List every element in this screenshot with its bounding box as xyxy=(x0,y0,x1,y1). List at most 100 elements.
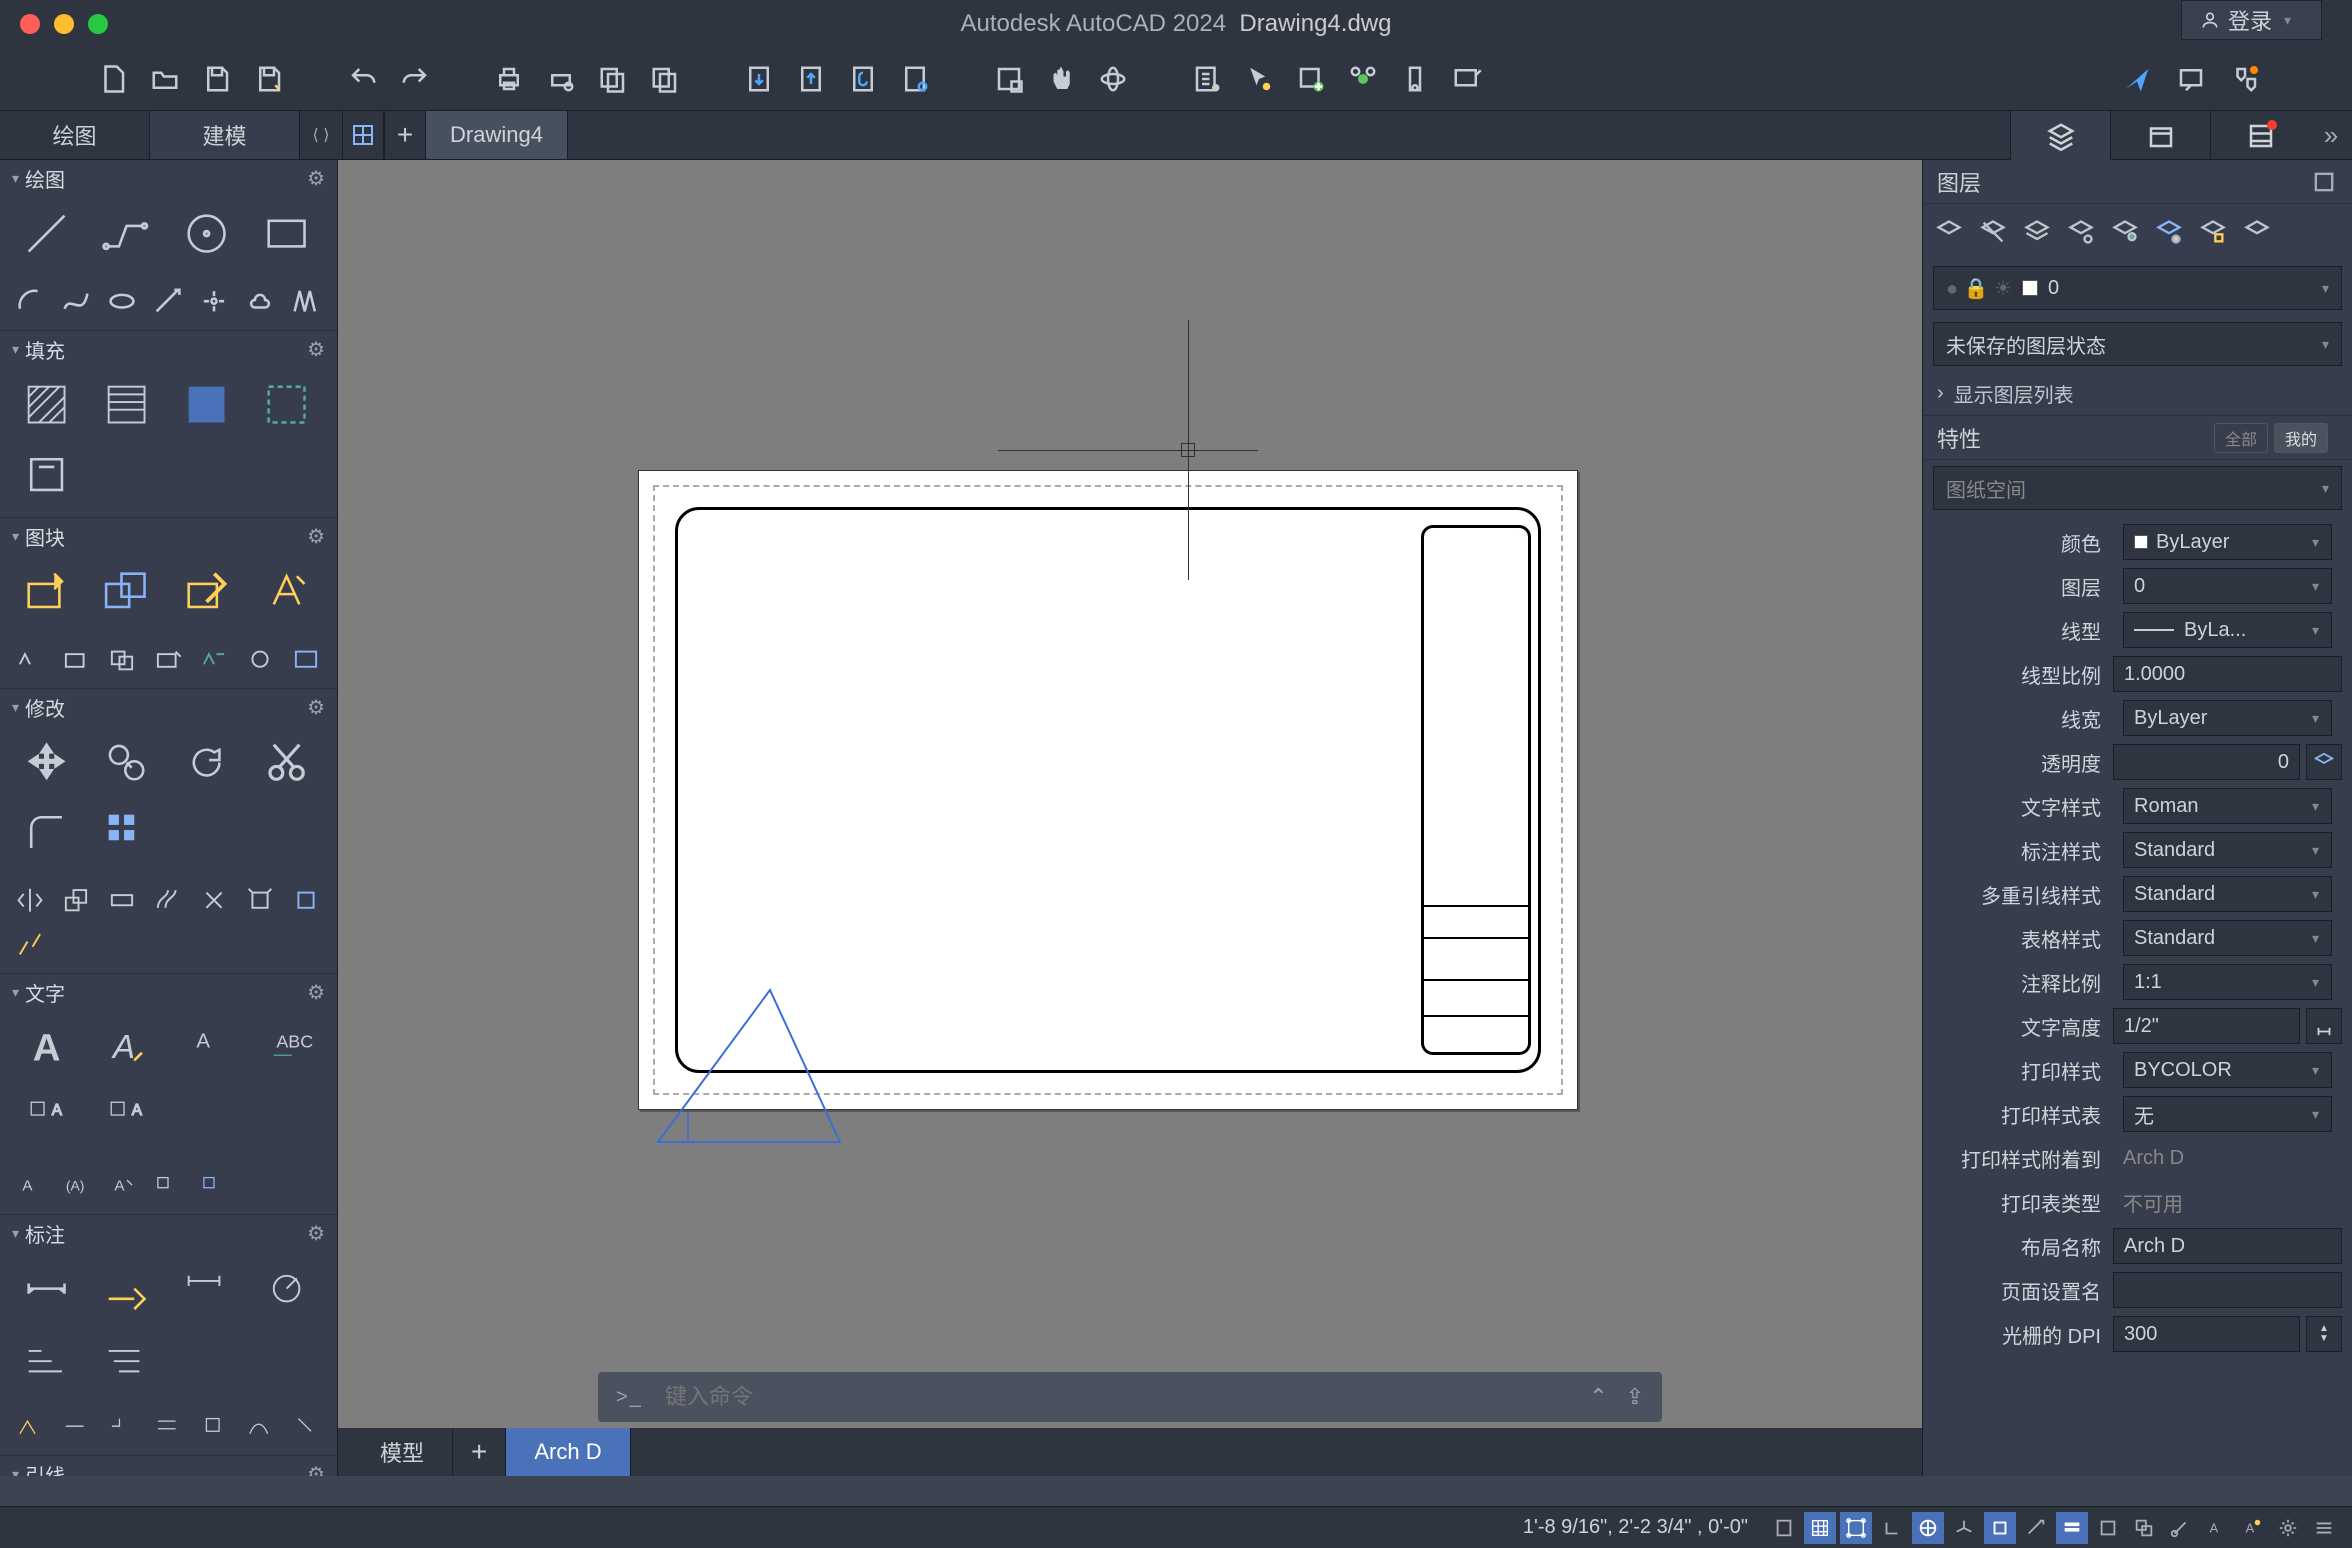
text-style-2-icon[interactable]: ABC xyxy=(250,1016,324,1080)
block-tool-3-icon[interactable] xyxy=(102,640,142,678)
block-tool-2-icon[interactable] xyxy=(56,640,96,678)
login-button[interactable]: 登录 xyxy=(2181,0,2322,40)
dim-s4-icon[interactable] xyxy=(148,1407,188,1445)
batch-plot-icon[interactable] xyxy=(596,62,630,96)
prop-mleaderstyle-dropdown[interactable]: Standard xyxy=(2123,876,2332,912)
new-tab-icon[interactable]: + xyxy=(384,111,426,159)
layout-tab-archd[interactable]: Arch D xyxy=(506,1428,630,1476)
copy-icon[interactable] xyxy=(90,731,164,795)
save-icon[interactable] xyxy=(200,62,234,96)
right-tab-layers[interactable] xyxy=(2010,111,2110,161)
command-share-icon[interactable]: ⇪ xyxy=(1626,1384,1644,1410)
text-icon[interactable]: A xyxy=(90,1016,164,1080)
command-line-icon[interactable] xyxy=(1450,62,1484,96)
dpi-stepper-icon[interactable]: ▲▼ xyxy=(2306,1316,2342,1352)
explode-icon[interactable] xyxy=(240,881,280,919)
select-icon[interactable] xyxy=(1242,62,1276,96)
section-fill-header[interactable]: ▾填充⚙ xyxy=(0,331,337,367)
props-filter-all[interactable]: 全部 xyxy=(2214,423,2268,453)
xline-tool-icon[interactable] xyxy=(148,282,188,320)
orbit-icon[interactable] xyxy=(1096,62,1130,96)
stretch-icon[interactable] xyxy=(102,881,142,919)
status-polar-icon[interactable] xyxy=(1912,1512,1944,1544)
mirror-icon[interactable] xyxy=(10,881,50,919)
arc-tool-icon[interactable] xyxy=(10,282,50,320)
ellipse-tool-icon[interactable] xyxy=(102,282,142,320)
dim-s6-icon[interactable] xyxy=(240,1407,280,1445)
status-snap-icon[interactable] xyxy=(1840,1512,1872,1544)
dim-style-icon[interactable] xyxy=(90,1257,164,1321)
prop-layoutname-input[interactable]: Arch D xyxy=(2113,1228,2342,1264)
command-input[interactable] xyxy=(665,1384,1589,1410)
rectangle-tool-icon[interactable] xyxy=(250,202,324,266)
plot-icon[interactable] xyxy=(492,62,526,96)
status-cycle-icon[interactable] xyxy=(2128,1512,2160,1544)
import-icon[interactable] xyxy=(742,62,776,96)
notification-icon[interactable] xyxy=(2228,62,2262,96)
layer-lock-icon[interactable] xyxy=(2107,214,2143,250)
space-dropdown[interactable]: 图纸空间 xyxy=(1933,466,2342,510)
layer-freeze-icon[interactable] xyxy=(2063,214,2099,250)
textheight-extra-icon[interactable] xyxy=(2306,1008,2342,1044)
section-text-header[interactable]: ▾文字⚙ xyxy=(0,974,337,1010)
workspace-tab-model[interactable]: 建模 xyxy=(150,111,300,159)
drawing-canvas[interactable]: >_ ⌃⇪ 模型 + Arch D xyxy=(338,160,1922,1476)
close-window[interactable] xyxy=(20,14,40,34)
status-lwt-icon[interactable] xyxy=(2056,1512,2088,1544)
status-menu-icon[interactable] xyxy=(2308,1512,2340,1544)
dim-s1-icon[interactable] xyxy=(10,1407,50,1445)
status-otrack-icon[interactable] xyxy=(2020,1512,2052,1544)
break-icon[interactable] xyxy=(10,925,50,963)
move-icon[interactable] xyxy=(10,731,84,795)
add-layout-tab[interactable]: + xyxy=(453,1428,506,1476)
text-tool-b-icon[interactable]: (A) xyxy=(56,1166,96,1204)
prop-lineweight-dropdown[interactable]: ByLayer xyxy=(2123,700,2332,736)
etransmit-icon[interactable] xyxy=(898,62,932,96)
status-gear-icon[interactable] xyxy=(2272,1512,2304,1544)
boundary-icon[interactable] xyxy=(250,373,324,437)
content-icon[interactable] xyxy=(1398,62,1432,96)
prop-tablestyle-dropdown[interactable]: Standard xyxy=(2123,920,2332,956)
section-draw-header[interactable]: ▾绘图⚙ xyxy=(0,160,337,196)
layer-list-icon[interactable] xyxy=(2239,214,2275,250)
line-tool-icon[interactable] xyxy=(10,202,84,266)
layer-prop-icon[interactable] xyxy=(1931,214,1967,250)
dim-s5-icon[interactable] xyxy=(194,1407,234,1445)
block-tool-1-icon[interactable] xyxy=(10,640,50,678)
solid-fill-icon[interactable] xyxy=(170,373,244,437)
properties-icon[interactable] xyxy=(1190,62,1224,96)
status-osnap-icon[interactable] xyxy=(1984,1512,2016,1544)
undo-icon[interactable] xyxy=(346,62,380,96)
dim-linear-icon[interactable] xyxy=(10,1257,84,1321)
layer-list-expand[interactable]: ›显示图层列表 xyxy=(1923,372,2352,416)
prop-color-dropdown[interactable]: ByLayer xyxy=(2123,524,2332,560)
align-icon[interactable] xyxy=(286,881,326,919)
section-block-header[interactable]: ▾图块⚙ xyxy=(0,518,337,554)
feedback-icon[interactable] xyxy=(2174,62,2208,96)
prop-linetype-dropdown[interactable]: ByLa... xyxy=(2123,612,2332,648)
region-icon[interactable] xyxy=(10,443,84,507)
status-transparency-icon[interactable] xyxy=(2092,1512,2124,1544)
scale-icon[interactable] xyxy=(56,881,96,919)
rotate-icon[interactable] xyxy=(170,731,244,795)
block-edit-icon[interactable] xyxy=(170,560,244,624)
text-tool-c-icon[interactable]: A xyxy=(102,1166,142,1204)
status-scale-icon[interactable] xyxy=(2164,1512,2196,1544)
open-file-icon[interactable] xyxy=(148,62,182,96)
prop-annoscale-dropdown[interactable]: 1:1 xyxy=(2123,964,2332,1000)
popout-icon[interactable] xyxy=(2310,168,2338,196)
section-dim-header[interactable]: ▾标注⚙ xyxy=(0,1215,337,1251)
dim-1-icon[interactable] xyxy=(170,1257,244,1321)
erase-icon[interactable] xyxy=(194,881,234,919)
section-leader-header[interactable]: ▾引线⚙ xyxy=(0,1456,337,1476)
save-as-icon[interactable] xyxy=(252,62,286,96)
dim-s2-icon[interactable] xyxy=(56,1407,96,1445)
design-center-icon[interactable] xyxy=(1294,62,1328,96)
text-tool-d-icon[interactable] xyxy=(148,1166,188,1204)
block-create-icon[interactable] xyxy=(10,560,84,624)
prop-pagesetup-input[interactable] xyxy=(2113,1272,2342,1308)
status-iso-icon[interactable] xyxy=(1948,1512,1980,1544)
layer-off-icon[interactable] xyxy=(1975,214,2011,250)
array-icon[interactable] xyxy=(90,801,164,865)
block-tool-5-icon[interactable] xyxy=(194,640,234,678)
